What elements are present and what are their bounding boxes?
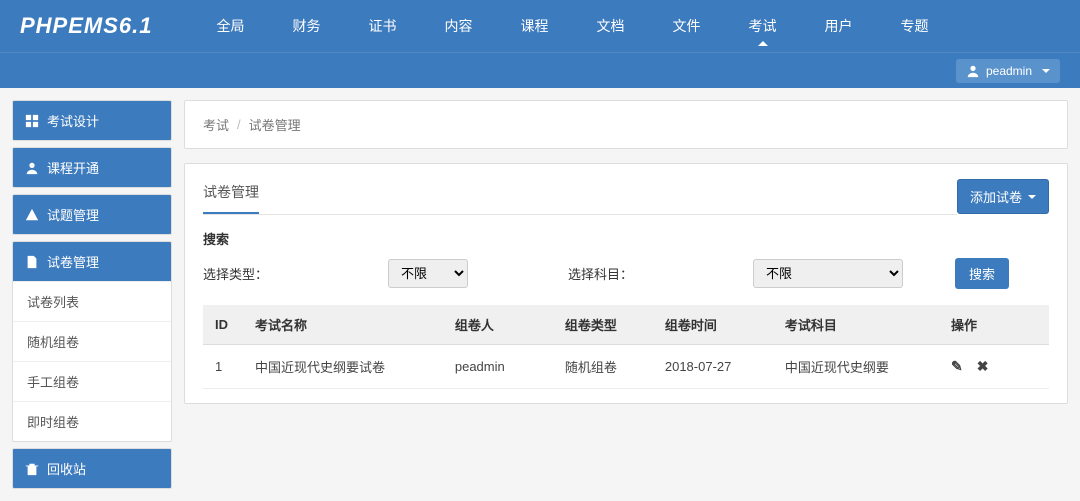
brand-logo: PHPEMS6.1 [20, 13, 153, 39]
cell-id: 1 [203, 345, 243, 389]
sidebar-head-label: 试题管理 [47, 205, 99, 224]
sidebar-group-1: 课程开通 [12, 147, 172, 188]
sidebar-sub-3-0[interactable]: 试卷列表 [13, 281, 171, 321]
nav-item-5[interactable]: 文档 [573, 0, 649, 52]
col-header-1: 考试名称 [243, 305, 443, 345]
nav-item-7[interactable]: 考试 [725, 0, 801, 52]
breadcrumb-current: 试卷管理 [249, 115, 301, 134]
delete-icon[interactable]: ✖ [977, 358, 989, 375]
sidebar: 考试设计课程开通试题管理试卷管理试卷列表随机组卷手工组卷即时组卷回收站 [12, 100, 172, 489]
caret-down-icon [1028, 195, 1036, 203]
add-paper-label: 添加试卷 [970, 187, 1022, 206]
nav-item-6[interactable]: 文件 [649, 0, 725, 52]
table-body: 1中国近现代史纲要试卷peadmin随机组卷2018-07-27中国近现代史纲要… [203, 345, 1049, 389]
col-header-6: 操作 [939, 305, 1049, 345]
file-icon [25, 255, 39, 269]
search-header: 搜索 [203, 229, 1049, 248]
nav-item-9[interactable]: 专题 [877, 0, 953, 52]
sidebar-group-4: 回收站 [12, 448, 172, 489]
subject-select[interactable]: 不限 [753, 259, 903, 288]
nav-item-0[interactable]: 全局 [193, 0, 269, 52]
search-button[interactable]: 搜索 [955, 258, 1009, 289]
caret-down-icon [1042, 69, 1050, 77]
edit-icon[interactable]: ✎ [951, 358, 963, 375]
breadcrumb: 考试 / 试卷管理 [203, 115, 1049, 134]
nav-item-3[interactable]: 内容 [421, 0, 497, 52]
sidebar-sub-3-3[interactable]: 即时组卷 [13, 401, 171, 441]
cell-time: 2018-07-27 [653, 345, 773, 389]
sidebar-head-label: 课程开通 [47, 158, 99, 177]
col-header-4: 组卷时间 [653, 305, 773, 345]
breadcrumb-root[interactable]: 考试 [203, 115, 229, 134]
sidebar-head-label: 试卷管理 [47, 252, 99, 271]
user-menu-button[interactable]: peadmin [956, 59, 1060, 83]
sidebar-head-4[interactable]: 回收站 [13, 449, 171, 488]
col-header-5: 考试科目 [773, 305, 939, 345]
type-select[interactable]: 不限 [388, 259, 468, 288]
content-panel: 试卷管理 添加试卷 搜索 选择类型： 不限 选择科目： 不限 [184, 163, 1068, 404]
panel-title: 试卷管理 [203, 178, 259, 214]
sidebar-group-3: 试卷管理试卷列表随机组卷手工组卷即时组卷 [12, 241, 172, 442]
breadcrumb-panel: 考试 / 试卷管理 [184, 100, 1068, 149]
search-row: 选择类型： 不限 选择科目： 不限 搜索 [203, 258, 1049, 289]
sidebar-head-2[interactable]: 试题管理 [13, 195, 171, 234]
nav-item-8[interactable]: 用户 [801, 0, 877, 52]
user-icon [966, 64, 980, 78]
sidebar-sub-3-2[interactable]: 手工组卷 [13, 361, 171, 401]
sidebar-group-0: 考试设计 [12, 100, 172, 141]
table-row: 1中国近现代史纲要试卷peadmin随机组卷2018-07-27中国近现代史纲要… [203, 345, 1049, 389]
user-name: peadmin [986, 64, 1032, 78]
breadcrumb-separator: / [237, 117, 241, 132]
user-icon [25, 161, 39, 175]
top-nav: PHPEMS6.1 全局财务证书内容课程文档文件考试用户专题 [0, 0, 1080, 52]
sub-bar: peadmin [0, 52, 1080, 88]
trash-icon [25, 462, 39, 476]
sidebar-head-0[interactable]: 考试设计 [13, 101, 171, 140]
cell-author: peadmin [443, 345, 553, 389]
nav-item-1[interactable]: 财务 [269, 0, 345, 52]
cell-ops: ✎✖ [939, 345, 1049, 389]
sidebar-sub-3-1[interactable]: 随机组卷 [13, 321, 171, 361]
nav-item-2[interactable]: 证书 [345, 0, 421, 52]
sidebar-head-1[interactable]: 课程开通 [13, 148, 171, 187]
cell-name: 中国近现代史纲要试卷 [243, 345, 443, 389]
sidebar-head-3[interactable]: 试卷管理 [13, 242, 171, 281]
papers-table: ID考试名称组卷人组卷类型组卷时间考试科目操作 1中国近现代史纲要试卷peadm… [203, 305, 1049, 389]
sidebar-group-2: 试题管理 [12, 194, 172, 235]
cell-type: 随机组卷 [553, 345, 653, 389]
sidebar-head-label: 考试设计 [47, 111, 99, 130]
type-label: 选择类型： [203, 264, 268, 283]
grid-icon [25, 114, 39, 128]
col-header-0: ID [203, 305, 243, 345]
col-header-3: 组卷类型 [553, 305, 653, 345]
add-paper-button[interactable]: 添加试卷 [957, 179, 1049, 214]
table-header-row: ID考试名称组卷人组卷类型组卷时间考试科目操作 [203, 305, 1049, 345]
nav-items: 全局财务证书内容课程文档文件考试用户专题 [193, 0, 953, 52]
sidebar-head-label: 回收站 [47, 459, 86, 478]
warn-icon [25, 208, 39, 222]
nav-item-4[interactable]: 课程 [497, 0, 573, 52]
subject-label: 选择科目： [568, 264, 633, 283]
cell-subject: 中国近现代史纲要 [773, 345, 939, 389]
col-header-2: 组卷人 [443, 305, 553, 345]
